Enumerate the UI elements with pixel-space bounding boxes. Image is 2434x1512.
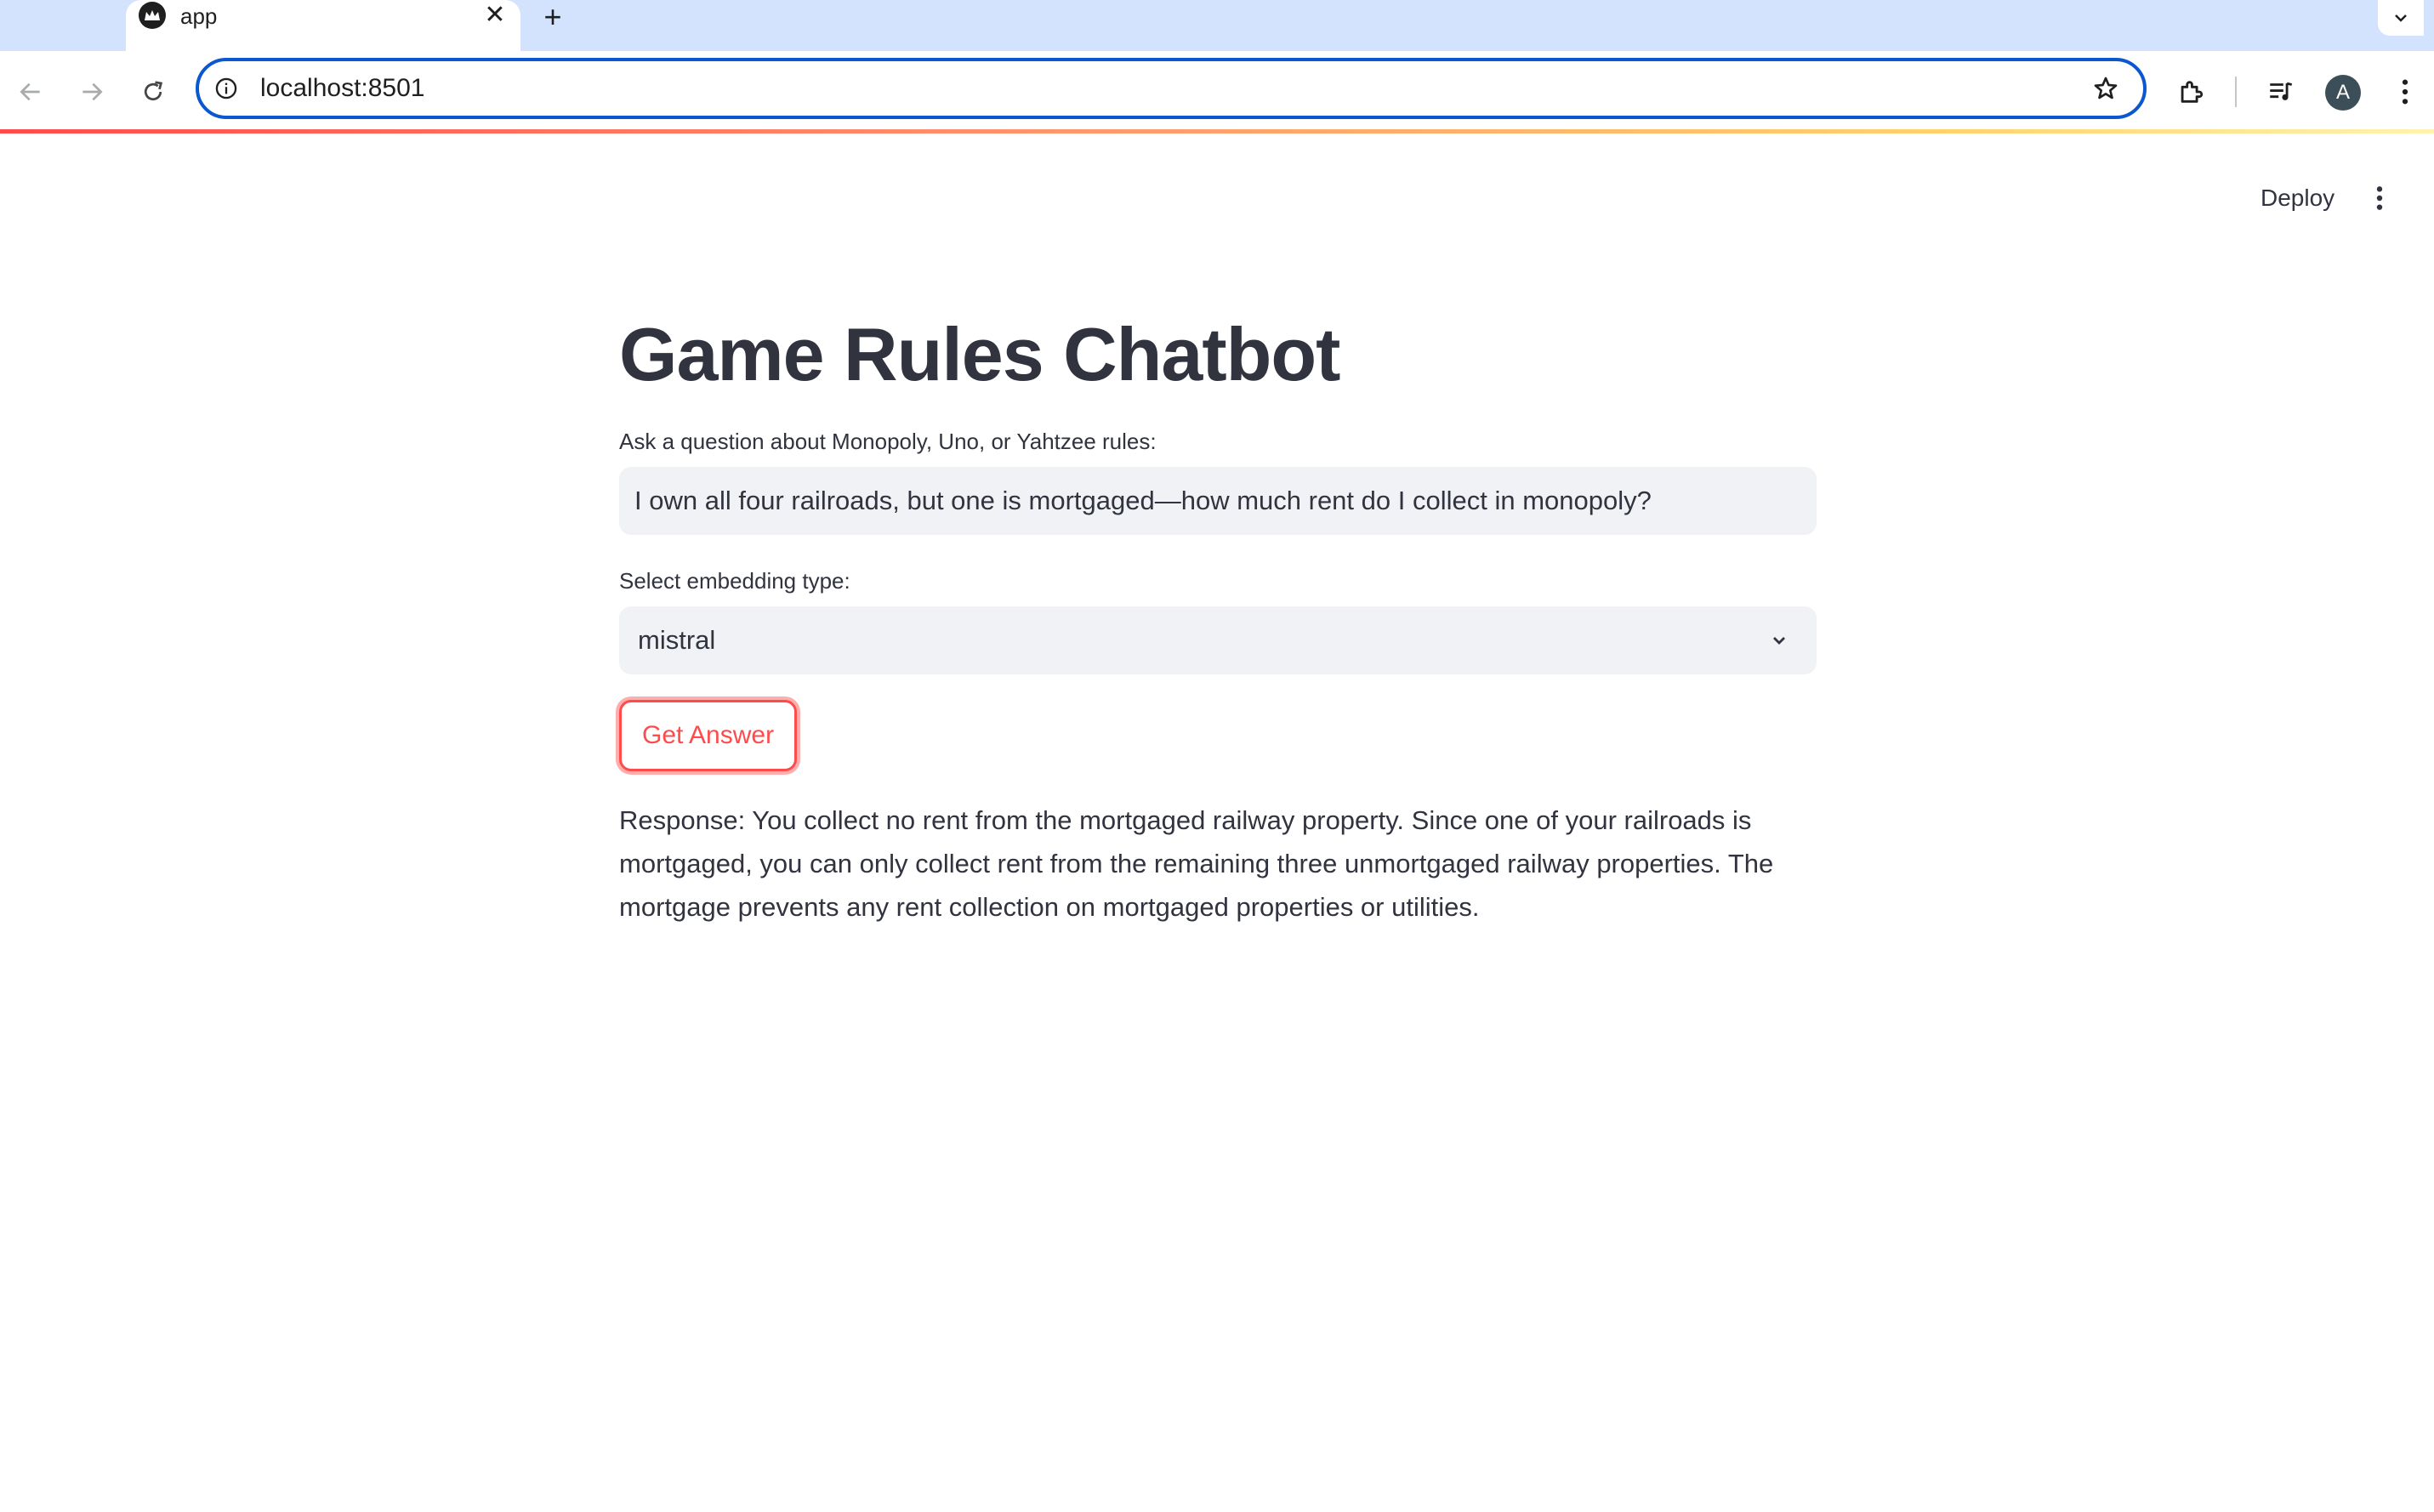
- profile-avatar[interactable]: A: [2325, 75, 2361, 111]
- new-tab-button[interactable]: +: [537, 2, 568, 32]
- main-content: Game Rules Chatbot Ask a question about …: [619, 304, 1817, 929]
- question-input[interactable]: I own all four railroads, but one is mor…: [619, 467, 1817, 535]
- embedding-selected-value: mistral: [638, 625, 716, 655]
- get-answer-button[interactable]: Get Answer: [619, 700, 798, 771]
- star-icon[interactable]: [2089, 71, 2123, 105]
- embedding-select[interactable]: mistral: [619, 606, 1817, 674]
- address-bar-url[interactable]: localhost:8501: [260, 71, 424, 105]
- browser-toolbar: localhost:8501 A: [0, 51, 2434, 133]
- media-control-icon[interactable]: [2261, 71, 2301, 112]
- question-label: Ask a question about Monopoly, Uno, or Y…: [619, 429, 1157, 454]
- tab-title: app: [180, 3, 218, 29]
- app-viewport: Deploy Game Rules Chatbot Ask a question…: [0, 134, 2434, 1512]
- browser-tab-strip: app ✕ +: [0, 0, 2434, 51]
- browser-tab[interactable]: app ✕: [126, 0, 520, 51]
- puzzle-icon[interactable]: [2170, 71, 2211, 112]
- info-icon[interactable]: [213, 75, 240, 102]
- forward-arrow-icon[interactable]: [73, 73, 111, 111]
- toolbar-divider: [2235, 77, 2237, 107]
- reload-icon[interactable]: [134, 73, 172, 111]
- page-title: Game Rules Chatbot: [619, 312, 1340, 396]
- deploy-button[interactable]: Deploy: [2240, 176, 2355, 220]
- response-text: Response: You collect no rent from the m…: [619, 805, 1774, 922]
- kebab-menu-icon[interactable]: [2385, 71, 2425, 112]
- back-arrow-icon[interactable]: [12, 73, 49, 111]
- chevron-down-icon[interactable]: [2378, 0, 2424, 36]
- address-bar[interactable]: localhost:8501: [196, 58, 2147, 119]
- chevron-down-icon: [1767, 628, 1791, 652]
- embedding-label: Select embedding type:: [619, 568, 850, 594]
- streamlit-crown-icon: [139, 2, 166, 29]
- vertical-dots-icon[interactable]: [2363, 178, 2397, 219]
- close-tab-icon[interactable]: ✕: [481, 2, 509, 29]
